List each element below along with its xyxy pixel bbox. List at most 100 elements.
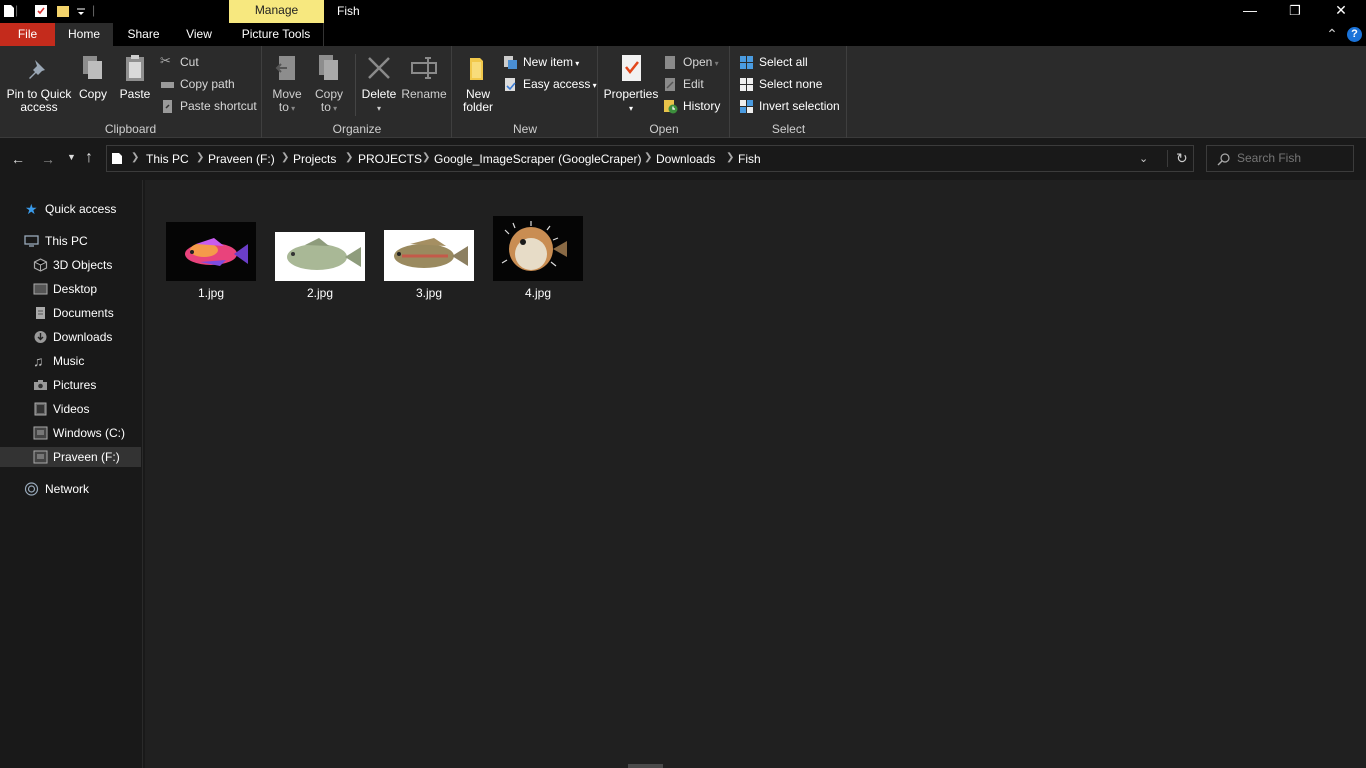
- properties-quick-icon[interactable]: [34, 4, 48, 18]
- invert-selection-label: Invert selection: [759, 99, 840, 113]
- copy-icon: [83, 56, 102, 79]
- pc-location-icon: [112, 153, 122, 164]
- paste-shortcut-button[interactable]: Paste shortcut: [160, 96, 257, 116]
- breadcrumb-projects-upper[interactable]: PROJECTS: [358, 152, 422, 166]
- tab-file[interactable]: File: [0, 23, 55, 46]
- customize-toolbar-icon[interactable]: [76, 8, 86, 16]
- nav-downloads[interactable]: Downloads: [0, 327, 141, 347]
- nav-documents[interactable]: Documents: [0, 303, 141, 323]
- breadcrumb-projects[interactable]: Projects: [293, 152, 336, 166]
- move-to-button[interactable]: Move to ▾: [269, 52, 305, 115]
- select-all-button[interactable]: Select all: [739, 52, 808, 72]
- search-input[interactable]: [1237, 151, 1347, 165]
- nav-desktop-label: Desktop: [53, 282, 98, 296]
- edit-icon: [665, 78, 675, 91]
- clipboard-group: Pin to Quick access Copy Paste ✂ Cut Cop…: [0, 46, 262, 138]
- open-button[interactable]: Open ▾: [663, 52, 719, 72]
- open-group-label: Open: [649, 122, 679, 136]
- nav-3d-objects[interactable]: 3D Objects: [0, 255, 141, 275]
- new-folder-quick-icon[interactable]: [56, 4, 70, 18]
- new-folder-button[interactable]: New folder: [459, 52, 497, 114]
- breadcrumb-downloads[interactable]: Downloads: [656, 152, 715, 166]
- minimize-button[interactable]: —: [1227, 0, 1273, 23]
- file-item[interactable]: 3.jpg: [379, 216, 479, 306]
- properties-icon: [622, 55, 641, 81]
- copy-path-label: Copy path: [180, 77, 235, 91]
- select-none-button[interactable]: Select none: [739, 74, 822, 94]
- nav-videos[interactable]: Videos: [0, 399, 141, 419]
- up-arrow-icon[interactable]: ↑: [85, 149, 93, 167]
- file-item[interactable]: 1.jpg: [161, 216, 261, 306]
- tab-picture-tools[interactable]: Picture Tools: [229, 23, 324, 46]
- nav-windows-c[interactable]: Windows (C:): [0, 423, 141, 443]
- nav-quick-access[interactable]: ★ Quick access: [0, 199, 141, 219]
- rename-button[interactable]: Rename: [401, 52, 447, 101]
- pin-label-2: access: [20, 100, 58, 114]
- invert-selection-button[interactable]: Invert selection: [739, 96, 840, 116]
- manage-context-tab[interactable]: Manage: [229, 0, 324, 23]
- rename-label: Rename: [401, 87, 447, 101]
- breadcrumb-drive-f[interactable]: Praveen (F:): [208, 152, 275, 166]
- easy-access-button[interactable]: Easy access ▾: [503, 74, 597, 94]
- breadcrumb-this-pc[interactable]: This PC: [146, 152, 189, 166]
- close-button[interactable]: ✕: [1318, 0, 1364, 23]
- separator: |: [92, 3, 96, 17]
- copy-path-button[interactable]: Copy path: [160, 74, 235, 94]
- monitor-icon: [24, 235, 39, 247]
- paste-shortcut-label: Paste shortcut: [180, 99, 257, 113]
- tab-view[interactable]: View: [174, 23, 224, 46]
- tab-home[interactable]: Home: [55, 23, 113, 46]
- file-thumbnail: [384, 230, 474, 281]
- cut-button[interactable]: ✂ Cut: [160, 52, 199, 72]
- breadcrumb-google-imagescraper[interactable]: Google_ImageScraper (GoogleCraper): [434, 152, 641, 166]
- forward-arrow-icon[interactable]: →: [41, 151, 55, 167]
- nav-downloads-label: Downloads: [53, 330, 113, 344]
- properties-label: Properties: [603, 87, 659, 101]
- address-dropdown-chevron-icon[interactable]: ⌄: [1139, 152, 1148, 165]
- history-button[interactable]: History: [663, 96, 720, 116]
- breadcrumb-fish[interactable]: Fish: [738, 152, 761, 166]
- refresh-icon[interactable]: ↻: [1167, 150, 1188, 167]
- documents-icon: [36, 307, 45, 319]
- window-title: Fish: [337, 4, 360, 18]
- copy-button[interactable]: Copy: [76, 52, 110, 101]
- tab-share[interactable]: Share: [116, 23, 171, 46]
- help-icon[interactable]: ?: [1347, 27, 1362, 42]
- edit-label: Edit: [683, 77, 704, 91]
- copy-to-button[interactable]: Copy to ▾: [311, 52, 347, 115]
- cube-icon: [33, 258, 48, 272]
- delete-button[interactable]: Delete ▾: [361, 52, 397, 115]
- cut-label: Cut: [180, 55, 199, 69]
- recent-locations-chevron-icon[interactable]: ▼: [67, 152, 76, 162]
- camera-icon: [34, 380, 47, 390]
- file-item[interactable]: 2.jpg: [270, 216, 370, 306]
- nav-music[interactable]: ♫ Music: [0, 351, 141, 371]
- nav-pictures[interactable]: Pictures: [0, 375, 141, 395]
- nav-music-label: Music: [53, 354, 85, 368]
- collapse-ribbon-icon[interactable]: ⌃: [1322, 23, 1342, 46]
- copy-label: Copy: [78, 87, 107, 101]
- breadcrumb-separator: ❯: [422, 152, 431, 163]
- move-to-label-2: to: [278, 100, 289, 114]
- nav-praveen-f[interactable]: Praveen (F:): [0, 447, 141, 467]
- back-arrow-icon[interactable]: ←: [11, 151, 25, 167]
- properties-button[interactable]: Properties ▾: [603, 52, 659, 115]
- horizontal-scrollbar-thumb[interactable]: [628, 764, 663, 768]
- history-label: History: [683, 99, 721, 113]
- nav-network[interactable]: Network: [0, 479, 141, 499]
- network-icon: [24, 482, 39, 496]
- nav-desktop[interactable]: Desktop: [0, 279, 141, 299]
- edit-button[interactable]: Edit: [663, 74, 704, 94]
- paste-shortcut-icon: [163, 100, 172, 113]
- new-item-button[interactable]: New item ▾: [503, 52, 579, 72]
- file-item[interactable]: 4.jpg: [488, 216, 588, 306]
- ribbon: Pin to Quick access Copy Paste ✂ Cut Cop…: [0, 46, 1366, 138]
- breadcrumb-separator: ❯: [345, 152, 354, 163]
- pin-to-quick-access-button[interactable]: Pin to Quick access: [4, 52, 74, 114]
- paste-button[interactable]: Paste: [117, 52, 153, 101]
- search-box[interactable]: [1206, 145, 1354, 172]
- file-name: 1.jpg: [197, 286, 225, 300]
- address-bar[interactable]: ❯ This PC ❯ Praveen (F:) ❯ Projects ❯ PR…: [106, 145, 1194, 172]
- nav-this-pc[interactable]: This PC: [0, 231, 141, 251]
- restore-button[interactable]: ❐: [1272, 0, 1318, 23]
